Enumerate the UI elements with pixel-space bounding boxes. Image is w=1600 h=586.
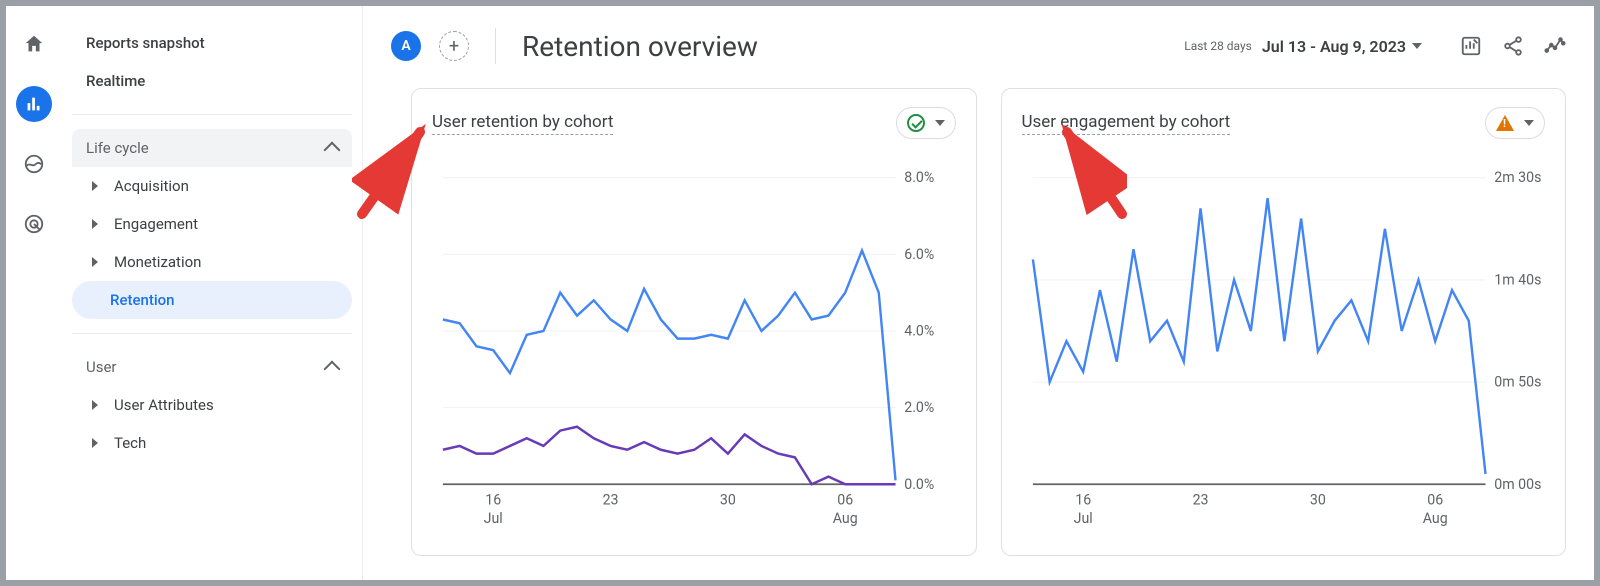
chevron-up-icon bbox=[324, 142, 341, 159]
svg-text:23: 23 bbox=[1192, 491, 1208, 508]
svg-text:30: 30 bbox=[1309, 491, 1325, 508]
share-icon[interactable] bbox=[1502, 35, 1524, 57]
sidebar: Reports snapshot Realtime Life cycle Acq… bbox=[62, 6, 362, 580]
card-user-engagement: User engagement by cohort 0m 00s 0m 50s 1m… bbox=[1001, 88, 1567, 556]
sidebar-item-engagement[interactable]: Engagement bbox=[72, 205, 352, 243]
svg-text:1m 40s: 1m 40s bbox=[1494, 271, 1541, 288]
sidebar-group-life-cycle[interactable]: Life cycle bbox=[72, 129, 352, 167]
sidebar-link-realtime[interactable]: Realtime bbox=[72, 62, 352, 100]
caret-down-icon bbox=[935, 120, 945, 126]
svg-text:23: 23 bbox=[603, 491, 619, 508]
card-status-menu[interactable] bbox=[896, 107, 956, 139]
customize-report-icon[interactable] bbox=[1460, 35, 1482, 57]
caret-right-icon bbox=[92, 257, 98, 267]
sidebar-link-reports-snapshot[interactable]: Reports snapshot bbox=[72, 24, 352, 62]
svg-text:0m 00s: 0m 00s bbox=[1494, 476, 1541, 493]
sidebar-item-label: Engagement bbox=[114, 215, 198, 233]
svg-text:4.0%: 4.0% bbox=[904, 322, 934, 339]
sidebar-item-monetization[interactable]: Monetization bbox=[72, 243, 352, 281]
caret-right-icon bbox=[92, 400, 98, 410]
svg-text:0.0%: 0.0% bbox=[904, 476, 934, 493]
date-range-picker[interactable]: Jul 13 - Aug 9, 2023 bbox=[1262, 37, 1422, 56]
svg-text:0m 50s: 0m 50s bbox=[1494, 373, 1541, 390]
sidebar-item-label: Tech bbox=[114, 434, 146, 452]
svg-text:Aug: Aug bbox=[1422, 510, 1447, 527]
sidebar-item-label: Acquisition bbox=[114, 177, 189, 195]
date-range-label: Last 28 days bbox=[1184, 39, 1252, 53]
svg-text:2.0%: 2.0% bbox=[904, 399, 934, 416]
sidebar-item-retention[interactable]: Retention bbox=[72, 281, 352, 319]
card-status-menu[interactable] bbox=[1485, 107, 1545, 139]
svg-text:06: 06 bbox=[1427, 491, 1443, 508]
sidebar-item-user-attributes[interactable]: User Attributes bbox=[72, 386, 352, 424]
page-title: Retention overview bbox=[522, 30, 1166, 63]
caret-right-icon bbox=[92, 438, 98, 448]
svg-text:6.0%: 6.0% bbox=[904, 246, 934, 263]
chart-engagement: 0m 00s 0m 50s 1m 40s 2m 30s 16 Jul 23 30 06 Aug bbox=[1022, 155, 1546, 541]
divider bbox=[72, 333, 352, 334]
svg-text:16: 16 bbox=[1075, 491, 1091, 508]
card-title: User engagement by cohort bbox=[1022, 112, 1231, 135]
segment-badge[interactable]: A bbox=[391, 31, 421, 61]
chart-retention: 0.0% 2.0% 4.0% 6.0% 8.0% 16 Jul 23 30 06 Aug bbox=[432, 155, 956, 541]
svg-text:Jul: Jul bbox=[484, 510, 503, 527]
date-range-text: Jul 13 - Aug 9, 2023 bbox=[1262, 37, 1406, 56]
left-rail bbox=[6, 6, 62, 580]
caret-down-icon bbox=[1412, 43, 1422, 49]
svg-text:06: 06 bbox=[837, 491, 853, 508]
insights-icon[interactable] bbox=[1544, 35, 1566, 57]
caret-down-icon bbox=[1524, 120, 1534, 126]
card-title: User retention by cohort bbox=[432, 112, 613, 135]
sidebar-item-label: Retention bbox=[110, 291, 175, 309]
check-circle-icon bbox=[907, 114, 925, 132]
rail-explore-icon[interactable] bbox=[16, 146, 52, 182]
svg-text:8.0%: 8.0% bbox=[904, 169, 934, 186]
svg-text:Jul: Jul bbox=[1073, 510, 1092, 527]
divider bbox=[72, 114, 352, 115]
annotation-arrow bbox=[352, 114, 442, 224]
chevron-up-icon bbox=[324, 361, 341, 378]
rail-reports-icon[interactable] bbox=[16, 86, 52, 122]
sidebar-item-tech[interactable]: Tech bbox=[72, 424, 352, 462]
sidebar-item-label: User Attributes bbox=[114, 396, 214, 414]
divider bbox=[495, 28, 496, 64]
sidebar-group-user[interactable]: User bbox=[72, 348, 352, 386]
sidebar-item-label: Monetization bbox=[114, 253, 201, 271]
caret-right-icon bbox=[92, 219, 98, 229]
rail-home-icon[interactable] bbox=[16, 26, 52, 62]
svg-text:2m 30s: 2m 30s bbox=[1494, 169, 1541, 186]
main: A + Retention overview Last 28 days Jul … bbox=[362, 6, 1594, 580]
add-comparison-button[interactable]: + bbox=[439, 31, 469, 61]
topbar: A + Retention overview Last 28 days Jul … bbox=[363, 6, 1594, 76]
svg-text:16: 16 bbox=[485, 491, 501, 508]
sidebar-group-label: Life cycle bbox=[86, 139, 149, 157]
rail-advertising-icon[interactable] bbox=[16, 206, 52, 242]
sidebar-item-acquisition[interactable]: Acquisition bbox=[72, 167, 352, 205]
sidebar-group-label: User bbox=[86, 358, 117, 376]
svg-text:30: 30 bbox=[720, 491, 736, 508]
card-user-retention: User retention by cohort 0.0% 2.0% 4.0% 6.0… bbox=[411, 88, 977, 556]
alert-triangle-icon bbox=[1496, 115, 1514, 131]
svg-text:Aug: Aug bbox=[833, 510, 858, 527]
caret-right-icon bbox=[92, 181, 98, 191]
